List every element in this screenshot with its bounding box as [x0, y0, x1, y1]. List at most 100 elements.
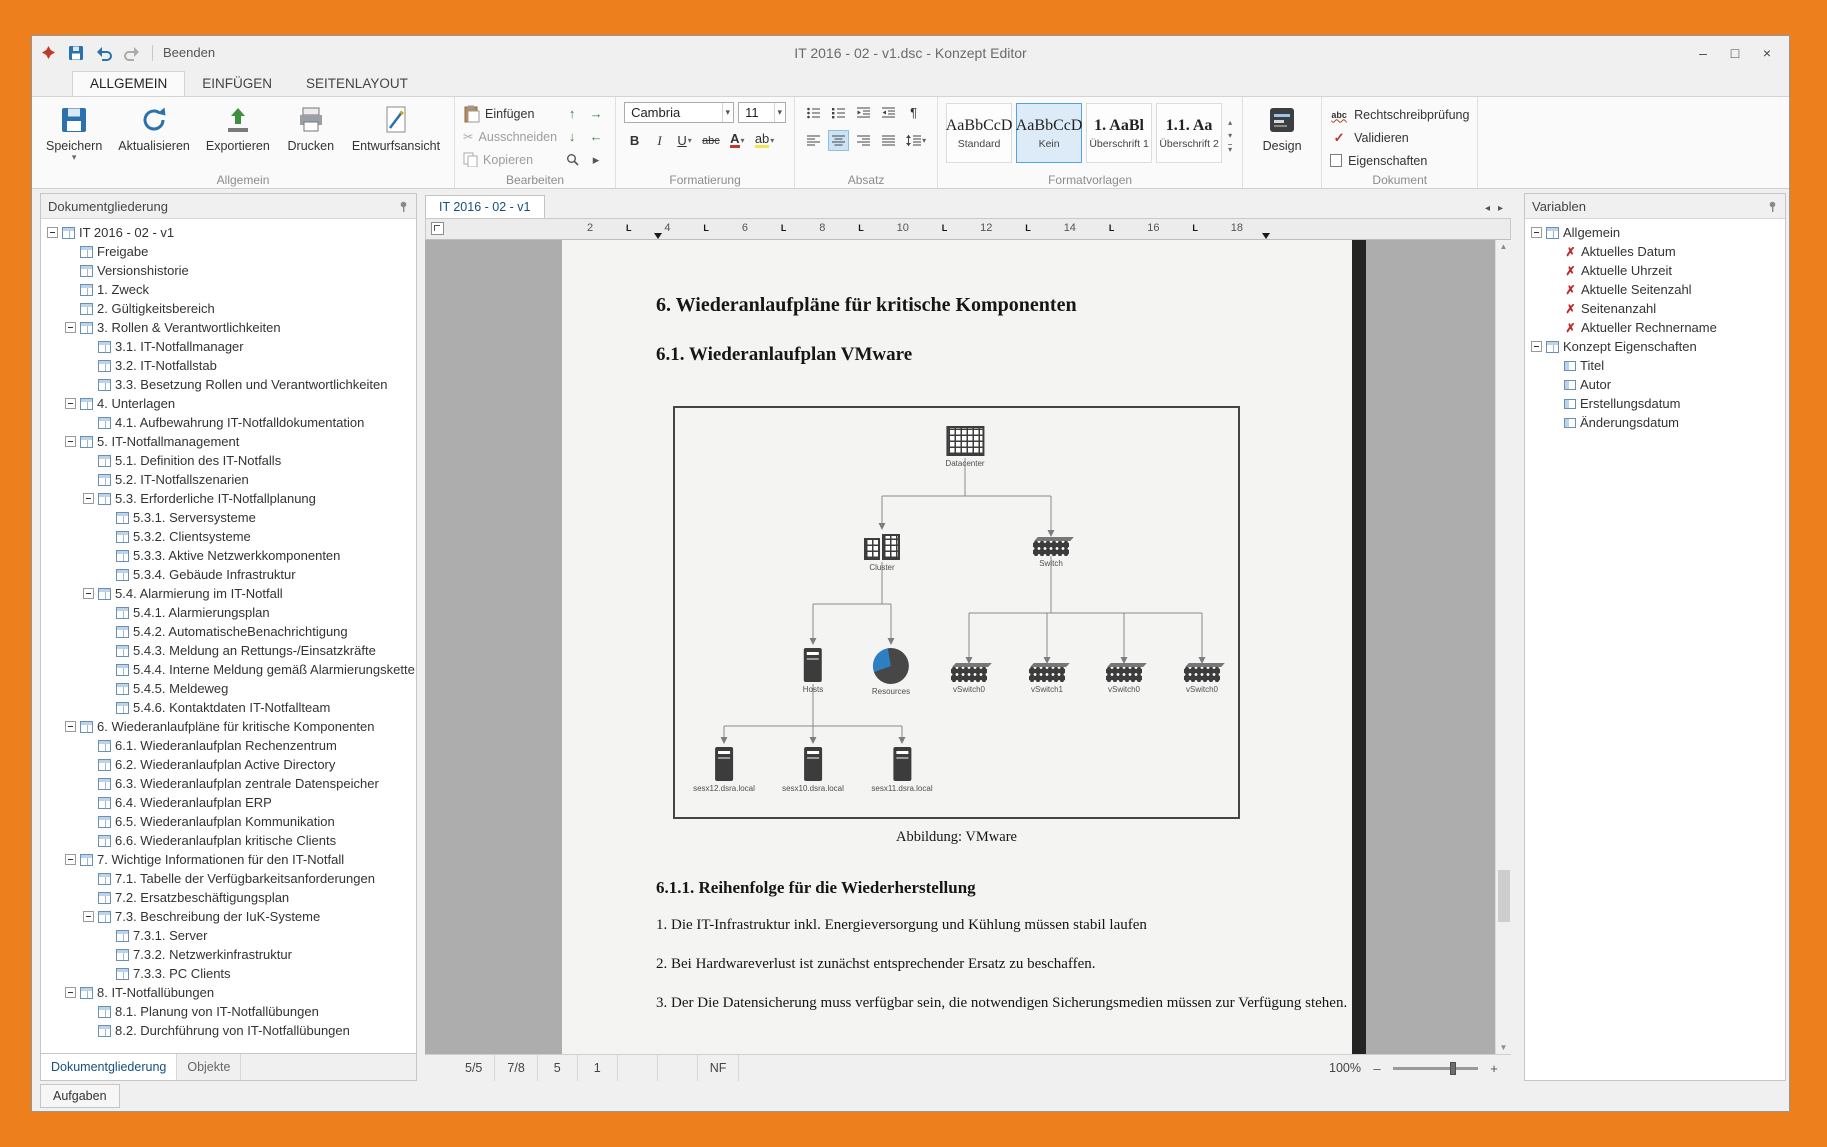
- align-right-button[interactable]: [853, 130, 874, 151]
- pin-icon[interactable]: [398, 201, 409, 212]
- expander-icon[interactable]: [65, 854, 76, 865]
- ribbon-tab[interactable]: EINFÜGEN: [185, 72, 289, 96]
- style-card[interactable]: AaBbCcD Kein: [1016, 103, 1082, 163]
- aufgaben-tab[interactable]: Aufgaben: [40, 1084, 120, 1108]
- zoom-slider[interactable]: [1393, 1067, 1478, 1070]
- minimize-button[interactable]: –: [1687, 41, 1719, 65]
- outline-item[interactable]: 8.1. Planung von IT-Notfallübungen: [41, 1002, 416, 1021]
- outline-item[interactable]: 3.1. IT-Notfallmanager: [41, 337, 416, 356]
- drucken-button[interactable]: Drucken: [280, 100, 342, 172]
- expander-icon[interactable]: [1531, 341, 1542, 352]
- outline-item[interactable]: 5.3.3. Aktive Netzwerkkomponenten: [41, 546, 416, 565]
- styles-scroll-up-icon[interactable]: ▴: [1228, 118, 1232, 127]
- variable-item[interactable]: Autor: [1525, 375, 1785, 394]
- expander-icon[interactable]: [65, 436, 76, 447]
- outline-item[interactable]: 3.2. IT-Notfallstab: [41, 356, 416, 375]
- outline-item[interactable]: 7.3.3. PC Clients: [41, 964, 416, 983]
- outline-item[interactable]: 7.1. Tabelle der Verfügbarkeitsanforderu…: [41, 869, 416, 888]
- scrollbar-thumb[interactable]: [1498, 870, 1510, 922]
- outline-item[interactable]: 2. Gültigkeitsbereich: [41, 299, 416, 318]
- outline-item[interactable]: 8.2. Durchführung von IT-Notfallübungen: [41, 1021, 416, 1040]
- font-family-select[interactable]: Cambria ▾: [624, 102, 734, 123]
- variable-item[interactable]: Aktuelle Seitenzahl: [1525, 280, 1785, 299]
- save-quick-button[interactable]: [66, 43, 86, 63]
- kopieren-button[interactable]: Kopieren: [463, 149, 557, 170]
- move-up-button[interactable]: ↑: [561, 103, 583, 124]
- highlight-button[interactable]: ab▾: [752, 130, 777, 151]
- decrease-indent-button[interactable]: [853, 102, 874, 123]
- document-page[interactable]: 6. Wiederanlaufpläne für kritische Kompo…: [562, 240, 1352, 1054]
- variable-item[interactable]: Aktueller Rechnername: [1525, 318, 1785, 337]
- outline-item[interactable]: 6.3. Wiederanlaufplan zentrale Datenspei…: [41, 774, 416, 793]
- outline-item[interactable]: 1. Zweck: [41, 280, 416, 299]
- style-card[interactable]: 1. AaBl Überschrift 1: [1086, 103, 1152, 163]
- dokument-action-button[interactable]: Eigenschaften: [1330, 150, 1469, 171]
- outline-item[interactable]: 5.3.1. Serversysteme: [41, 508, 416, 527]
- expander-icon[interactable]: [83, 911, 94, 922]
- outline-item[interactable]: Freigabe: [41, 242, 416, 261]
- exportieren-button[interactable]: Exportieren: [200, 100, 276, 172]
- outline-item[interactable]: 6.4. Wiederanlaufplan ERP: [41, 793, 416, 812]
- style-card[interactable]: 1.1. Aa Überschrift 2: [1156, 103, 1222, 163]
- expander-icon[interactable]: [65, 987, 76, 998]
- outline-item[interactable]: 7.3. Beschreibung der IuK-Systeme: [41, 907, 416, 926]
- variable-item[interactable]: Aktuelle Uhrzeit: [1525, 261, 1785, 280]
- scroll-down-icon[interactable]: ▼: [1500, 1043, 1508, 1052]
- undo-button[interactable]: [94, 43, 114, 63]
- panel-tab[interactable]: Dokumentgliederung: [41, 1054, 177, 1080]
- outline-item[interactable]: 4.1. Aufbewahrung IT-Notfalldokumentatio…: [41, 413, 416, 432]
- strikethrough-button[interactable]: abc: [699, 130, 723, 151]
- outline-item[interactable]: 3.3. Besetzung Rollen und Verantwortlich…: [41, 375, 416, 394]
- dokument-action-button[interactable]: abc Rechtschreibprüfung: [1330, 104, 1469, 125]
- outline-item[interactable]: 8. IT-Notfallübungen: [41, 983, 416, 1002]
- outline-item[interactable]: 7.2. Ersatzbeschäftigungsplan: [41, 888, 416, 907]
- outline-item[interactable]: IT 2016 - 02 - v1: [41, 223, 416, 242]
- italic-button[interactable]: I: [649, 130, 670, 151]
- entwurfsansicht-button[interactable]: Entwurfsansicht: [346, 100, 446, 172]
- tab-scroll-left-icon[interactable]: ◂: [1485, 203, 1490, 214]
- outline-item[interactable]: 6.2. Wiederanlaufplan Active Directory: [41, 755, 416, 774]
- move-right-button[interactable]: →: [585, 103, 607, 124]
- font-size-select[interactable]: 11 ▾: [738, 102, 786, 123]
- justify-button[interactable]: [878, 130, 899, 151]
- outline-item[interactable]: 7. Wichtige Informationen für den IT-Not…: [41, 850, 416, 869]
- scroll-up-icon[interactable]: ▲: [1500, 242, 1508, 251]
- indent-marker[interactable]: [654, 233, 662, 239]
- close-button[interactable]: ×: [1751, 41, 1783, 65]
- ribbon-tab[interactable]: SEITENLAYOUT: [289, 72, 425, 96]
- redo-button[interactable]: [122, 43, 142, 63]
- expander-icon[interactable]: [65, 398, 76, 409]
- einfuegen-button[interactable]: Einfügen: [463, 103, 557, 124]
- maximize-button[interactable]: □: [1719, 41, 1751, 65]
- outline-item[interactable]: 5.4.1. Alarmierungsplan: [41, 603, 416, 622]
- align-center-button[interactable]: [828, 130, 849, 151]
- dokument-action-button[interactable]: ✓ Validieren: [1330, 127, 1469, 148]
- pilcrow-button[interactable]: ¶: [903, 102, 924, 123]
- outline-item[interactable]: 5.3.4. Gebäude Infrastruktur: [41, 565, 416, 584]
- outline-item[interactable]: 6.5. Wiederanlaufplan Kommunikation: [41, 812, 416, 831]
- outline-item[interactable]: 5.3. Erforderliche IT-Notfallplanung: [41, 489, 416, 508]
- underline-button[interactable]: U▾: [674, 130, 695, 151]
- outline-item[interactable]: Versionshistorie: [41, 261, 416, 280]
- outline-item[interactable]: 6.1. Wiederanlaufplan Rechenzentrum: [41, 736, 416, 755]
- outline-item[interactable]: 5.2. IT-Notfallszenarien: [41, 470, 416, 489]
- move-left-button[interactable]: ←: [585, 126, 607, 147]
- vertical-scrollbar[interactable]: ▲ ▼: [1495, 240, 1511, 1054]
- panel-tab[interactable]: Objekte: [177, 1054, 241, 1080]
- line-spacing-button[interactable]: ▾: [903, 130, 929, 151]
- styles-more-icon[interactable]: ▾: [1228, 144, 1232, 154]
- numbered-list-button[interactable]: [828, 102, 849, 123]
- document-tab[interactable]: IT 2016 - 02 - v1: [425, 195, 545, 218]
- ausschneiden-button[interactable]: ✂ Ausschneiden: [463, 126, 557, 147]
- indent-marker[interactable]: [1262, 233, 1270, 239]
- outline-item[interactable]: 5. IT-Notfallmanagement: [41, 432, 416, 451]
- outline-item[interactable]: 5.4.3. Meldung an Rettungs-/Einsatzkräft…: [41, 641, 416, 660]
- expander-icon[interactable]: [1531, 227, 1542, 238]
- variable-item[interactable]: Allgemein: [1525, 223, 1785, 242]
- outline-item[interactable]: 5.3.2. Clientsysteme: [41, 527, 416, 546]
- expander-icon[interactable]: [83, 493, 94, 504]
- variable-item[interactable]: Änderungsdatum: [1525, 413, 1785, 432]
- design-button[interactable]: Design: [1251, 100, 1313, 172]
- variable-item[interactable]: Konzept Eigenschaften: [1525, 337, 1785, 356]
- pin-icon[interactable]: [1767, 201, 1778, 212]
